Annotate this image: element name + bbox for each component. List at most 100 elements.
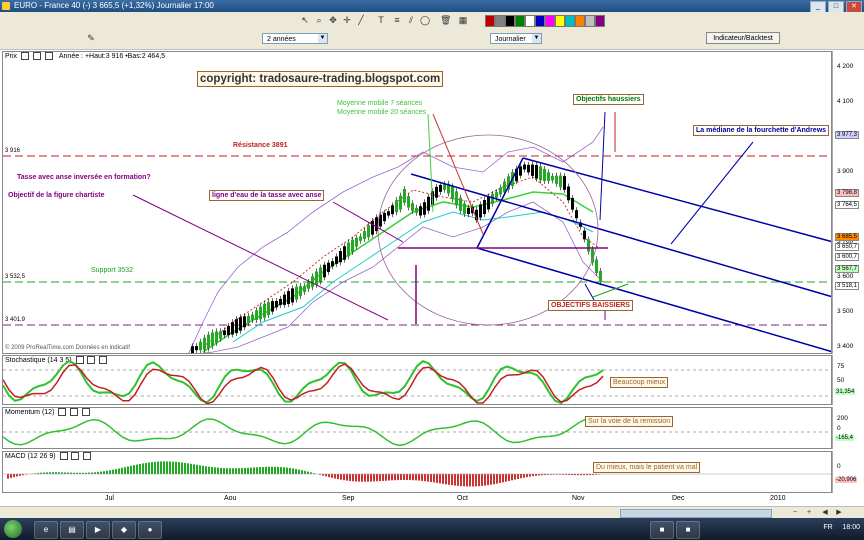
interval-select[interactable]: Journalier ▼ xyxy=(490,33,542,44)
pan-icon[interactable]: ✥ xyxy=(328,15,338,25)
objectifs-baissiers-label: OBJECTIFS BAISSIERS xyxy=(548,300,633,311)
candle-body xyxy=(539,166,542,181)
macd-bar xyxy=(220,467,222,474)
macd-bar xyxy=(193,464,195,474)
macd-bar xyxy=(523,474,525,478)
color-swatch[interactable] xyxy=(585,15,595,27)
momentum-panel[interactable]: Momentum (12) Sur la voie de la remissio… xyxy=(2,407,832,449)
macd-bar xyxy=(529,474,531,477)
time-label: Nov xyxy=(572,495,585,502)
macd-bar xyxy=(211,467,213,474)
macd-panel[interactable]: MACD (12 26 9) Du mieux, mais le patient… xyxy=(2,451,832,493)
zoom-out-icon[interactable]: − xyxy=(790,508,800,518)
time-label: Dec xyxy=(672,495,685,502)
line-icon[interactable]: ╱ xyxy=(356,15,366,25)
macd-bar xyxy=(361,474,363,482)
macd-bar xyxy=(517,474,519,479)
crosshair-icon[interactable]: ✛ xyxy=(342,15,352,25)
chevron-left-icon[interactable]: ◀ xyxy=(820,508,830,518)
macd-bar xyxy=(382,474,384,481)
macd-bar xyxy=(271,466,273,474)
color-swatch[interactable] xyxy=(575,15,585,27)
fib-icon[interactable]: ≡ xyxy=(392,15,402,25)
cursor-icon[interactable]: ↖ xyxy=(300,15,310,25)
candle-body xyxy=(195,346,198,351)
candle-body xyxy=(531,164,534,176)
folder-icon[interactable]: ▤ xyxy=(60,521,84,539)
macd-bar xyxy=(460,474,462,487)
period-select[interactable]: 2 années ▼ xyxy=(262,33,328,44)
color-swatch[interactable] xyxy=(595,15,605,27)
candle-body xyxy=(451,186,454,200)
time-label: Aou xyxy=(224,495,237,502)
zoom-in-icon[interactable]: + xyxy=(804,508,814,518)
macd-bar xyxy=(343,474,345,481)
macd-bar xyxy=(376,474,378,482)
chevron-right-icon[interactable]: ▶ xyxy=(834,508,844,518)
color-swatch[interactable] xyxy=(565,15,575,27)
candle-body xyxy=(251,314,254,321)
candle-body xyxy=(387,211,390,216)
language-indicator[interactable]: FR xyxy=(823,524,832,531)
candle-body xyxy=(483,200,486,214)
delete-icon[interactable]: 🗑 xyxy=(440,15,451,25)
palette-icon[interactable]: ▦ xyxy=(458,15,468,25)
drawing-tool-icon[interactable]: ✎ xyxy=(86,33,96,43)
macd-bar xyxy=(61,472,63,474)
macd-bar xyxy=(280,467,282,474)
candle-body xyxy=(587,239,590,252)
macd-axis: 0 -20,906 xyxy=(832,451,864,493)
candle-body xyxy=(339,250,342,263)
candle-body xyxy=(331,261,334,267)
color-swatch[interactable] xyxy=(515,15,525,27)
macd-bar xyxy=(205,466,207,474)
color-swatch[interactable] xyxy=(525,15,535,27)
ie-icon[interactable]: e xyxy=(34,521,58,539)
color-swatch[interactable] xyxy=(495,15,505,27)
candle-body xyxy=(299,285,302,296)
candle-body xyxy=(215,331,218,343)
tray-app-icon[interactable]: ■ xyxy=(676,521,700,539)
candle-body xyxy=(263,303,266,318)
candle-body xyxy=(583,230,586,240)
candle-body xyxy=(479,204,482,218)
price-badge: 3 685,5 xyxy=(835,233,860,241)
color-swatch[interactable] xyxy=(555,15,565,27)
macd-bar xyxy=(166,461,168,474)
pitchfork-upper xyxy=(410,173,831,298)
media-icon[interactable]: ▶ xyxy=(86,521,110,539)
channel-icon[interactable]: ⫽ xyxy=(406,15,416,25)
zoom-icon[interactable]: ⌕ xyxy=(314,15,324,25)
firefox-icon[interactable]: ● xyxy=(138,521,162,539)
macd-bar xyxy=(139,463,141,474)
color-swatch[interactable] xyxy=(535,15,545,27)
stochastic-panel[interactable]: Stochastique (14 3 5) Beaucoup mieux xyxy=(2,355,832,405)
candle-body xyxy=(307,282,310,289)
macd-bar xyxy=(148,462,150,474)
scrollbar-thumb[interactable] xyxy=(620,509,772,518)
mom-tick: 0 xyxy=(837,425,841,432)
color-swatch[interactable] xyxy=(505,15,515,27)
macd-bar xyxy=(412,474,414,481)
macd-bar xyxy=(10,474,12,478)
candle-body xyxy=(315,271,318,285)
macd-bar xyxy=(433,474,435,483)
tray-app-icon[interactable]: ■ xyxy=(650,521,674,539)
app-task-icon[interactable]: ◆ xyxy=(112,521,136,539)
text-icon[interactable]: T xyxy=(376,15,386,25)
copyright-label: copyright: tradosaure-trading.blogspot.c… xyxy=(197,71,444,87)
macd-bar xyxy=(49,472,51,474)
indicator-backtest-button[interactable]: Indicateur/Backtest xyxy=(706,32,780,44)
stoch-value-badge: 31,354 xyxy=(835,389,856,395)
color-swatch[interactable] xyxy=(545,15,555,27)
ellipse-icon[interactable]: ◯ xyxy=(420,15,430,25)
macd-bar xyxy=(355,474,357,482)
stochastic-chart xyxy=(3,359,831,404)
clock[interactable]: 18:00 xyxy=(842,524,860,531)
candle-body xyxy=(563,176,566,190)
color-swatch[interactable] xyxy=(485,15,495,27)
candle-body xyxy=(335,256,338,264)
price-panel[interactable]: Prix Année : +Haut:3 916 •Bas:2 464,5 co… xyxy=(2,51,832,354)
candle-body xyxy=(459,197,462,211)
start-button[interactable] xyxy=(4,520,22,538)
